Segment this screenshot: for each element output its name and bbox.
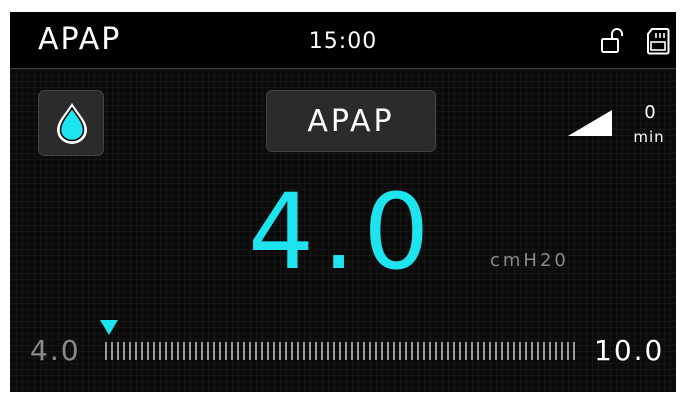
range-min-value: 4.0 — [30, 334, 81, 367]
pressure-scale[interactable] — [105, 342, 579, 360]
pressure-marker[interactable] — [100, 320, 118, 335]
unlock-icon[interactable] — [598, 26, 628, 56]
humidifier-button[interactable] — [38, 90, 104, 156]
ramp-time-value: 0 — [644, 102, 656, 123]
ramp-time-unit: min — [633, 128, 665, 146]
range-max-value: 10.0 — [594, 334, 665, 367]
pressure-value: 4.0 — [248, 171, 438, 293]
water-drop-icon — [57, 103, 87, 144]
status-bar: APAP 15:00 — [10, 12, 676, 69]
sd-card-icon[interactable] — [646, 27, 670, 55]
ramp-icon[interactable] — [566, 108, 614, 138]
clock: 15:00 — [308, 29, 378, 54]
mode-button[interactable]: APAP — [266, 90, 436, 152]
pressure-unit: cmH20 — [490, 250, 569, 271]
device-screen: APAP 15:00 APAP 0 min 4.0 cmH20 4.0 10.0 — [10, 12, 676, 392]
